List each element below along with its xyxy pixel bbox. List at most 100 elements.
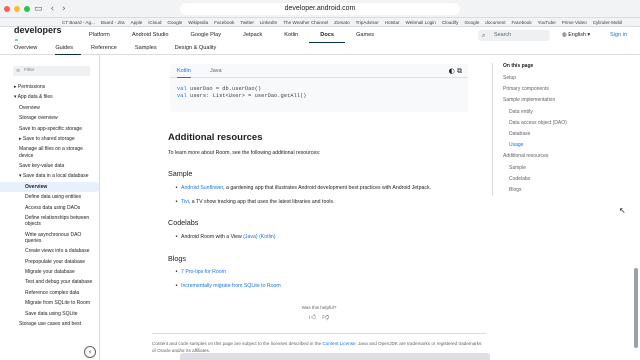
- tab-kotlin[interactable]: Kotlin: [177, 68, 191, 78]
- sidebar-item[interactable]: Overview: [0, 103, 99, 113]
- toc-item[interactable]: Data entity: [503, 107, 612, 118]
- footer-divider: [152, 333, 486, 334]
- toc-item[interactable]: Blogs: [503, 185, 612, 196]
- address-bar[interactable]: developer.android.com: [180, 3, 460, 15]
- bookmark-item[interactable]: Google: [167, 20, 182, 25]
- toc-item[interactable]: Setup: [503, 73, 612, 84]
- sidebar-item[interactable]: Save data using SQLite: [0, 308, 99, 318]
- bookmark-item[interactable]: Facebook: [214, 20, 234, 25]
- sidebar-item[interactable]: Storage use cases and best: [0, 319, 99, 329]
- toc-item[interactable]: Codelabs: [503, 174, 612, 185]
- zoom-window-button[interactable]: [24, 5, 30, 12]
- sign-in-link[interactable]: Sign in: [610, 30, 627, 41]
- toc-item[interactable]: Primary components: [503, 84, 612, 95]
- sidebar-item[interactable]: Prepopulate your database: [0, 256, 99, 266]
- bookmark-item[interactable]: YouTube: [538, 20, 556, 25]
- bookmark-item[interactable]: TripAdvisor: [356, 20, 379, 25]
- tab-samples[interactable]: Samples: [135, 43, 165, 55]
- sidebar-item[interactable]: Test and debug your database: [0, 277, 99, 287]
- page-scrollbar[interactable]: [634, 268, 638, 348]
- sidebar-item[interactable]: Overview: [0, 181, 99, 193]
- sidebar-item[interactable]: Define data using entities: [0, 192, 99, 202]
- nav-games[interactable]: Games: [345, 27, 385, 43]
- code-tabs: Kotlin Java ◐ ⧉: [170, 64, 468, 78]
- sidebar-item[interactable]: Migrate your database: [0, 267, 99, 277]
- toc-item[interactable]: Database: [503, 129, 612, 140]
- search-input[interactable]: ⌕ Search: [478, 30, 550, 41]
- mouse-cursor-icon: ↖: [619, 206, 626, 215]
- language-select[interactable]: ◍ English ▾: [562, 30, 590, 41]
- sidebar-nav-list: ▸ Permissions ▾ App data & files Overview S…: [0, 82, 99, 329]
- toc-item[interactable]: Sample: [503, 163, 612, 174]
- developers-logo[interactable]: developers ◓: [14, 25, 66, 45]
- nav-kotlin[interactable]: Kotlin: [273, 27, 309, 43]
- bookmark-item[interactable]: The Weather Channel: [283, 20, 328, 25]
- sidebar-item[interactable]: ▾ Save data in a local database: [0, 171, 99, 181]
- sidebar-item[interactable]: Write asynchronous DAO queries: [0, 229, 99, 246]
- chevron-left-icon[interactable]: ‹: [84, 346, 96, 358]
- dark-mode-icon[interactable]: ◐: [449, 67, 455, 75]
- sub-nav: Overview Guides Reference Samples Design & Q…: [0, 43, 640, 55]
- bookmark-item[interactable]: CT Board - Ag...: [62, 20, 95, 25]
- sidebar-item[interactable]: Save key-value data: [0, 161, 99, 171]
- toc-item[interactable]: Sample implementation: [503, 95, 612, 106]
- bookmark-item[interactable]: Cylinder-Mobil: [593, 20, 622, 25]
- bookmark-item[interactable]: Hotstar: [385, 20, 400, 25]
- nav-platform[interactable]: Platform: [78, 27, 121, 43]
- sidebar-item[interactable]: Create views into a database: [0, 246, 99, 256]
- nav-android-studio[interactable]: Android Studio: [121, 27, 180, 43]
- sidebar-item[interactable]: Define relationships between objects: [0, 213, 99, 230]
- tab-reference[interactable]: Reference: [91, 43, 125, 55]
- bookmark-item[interactable]: Board - Jira: [101, 20, 125, 25]
- bookmark-item[interactable]: LinkedIn: [260, 20, 277, 25]
- nav-docs[interactable]: Docs: [309, 27, 345, 43]
- bookmark-item[interactable]: Facebook: [511, 20, 531, 25]
- sidebar-item[interactable]: ▾ App data & files: [0, 92, 99, 102]
- bookmark-item[interactable]: Prime Video: [562, 20, 587, 25]
- copy-icon[interactable]: ⧉: [457, 67, 462, 75]
- tivi-link[interactable]: Tivi: [181, 199, 189, 205]
- list-item-text: , a TV show tracking app that uses the l…: [188, 199, 335, 205]
- sidebar-item[interactable]: Storage overview: [0, 113, 99, 123]
- tab-guides[interactable]: Guides: [55, 43, 82, 55]
- codelab-kotlin-link[interactable]: (Kotlin): [259, 234, 275, 240]
- nav-google-play[interactable]: Google Play: [180, 27, 232, 43]
- blog-link[interactable]: 7 Pro-tips for Room: [181, 269, 226, 275]
- bookmark-item[interactable]: Twitter: [240, 20, 254, 25]
- bookmark-item[interactable]: Apple: [131, 20, 143, 25]
- macos-dock[interactable]: [180, 353, 490, 360]
- thumb-up-icon[interactable]: 👍︎: [309, 313, 316, 321]
- toc-item[interactable]: Additional resources: [503, 151, 612, 162]
- content-license-link[interactable]: Content License: [322, 341, 355, 346]
- bookmark-item[interactable]: iCloud: [148, 20, 161, 25]
- bookmark-item[interactable]: Webmail Login: [406, 20, 436, 25]
- android-sunflower-link[interactable]: Android Sunflower: [181, 185, 223, 191]
- bookmark-item[interactable]: Zomato: [334, 20, 350, 25]
- nav-jetpack[interactable]: Jetpack: [232, 27, 273, 43]
- sidebar-item[interactable]: Save to app-specific storage: [0, 124, 99, 134]
- bookmark-item[interactable]: document: [485, 20, 505, 25]
- sidebar-item[interactable]: Access data using DAOs: [0, 203, 99, 213]
- forward-icon[interactable]: ›: [62, 4, 66, 14]
- filter-input[interactable]: ≡ Filter: [13, 66, 90, 76]
- sidebar-item[interactable]: ▸ Permissions: [0, 82, 99, 92]
- tab-java[interactable]: Java: [210, 68, 222, 74]
- sidebar-item[interactable]: Reference complex data: [0, 288, 99, 298]
- sidebar-item[interactable]: ▸ Save to shared storage: [0, 134, 99, 144]
- blog-link[interactable]: Incrementally migrate from SQLite to Roo…: [181, 283, 281, 289]
- bookmark-item[interactable]: Cloudify: [442, 20, 459, 25]
- toc-item[interactable]: Data access object (DAO): [503, 118, 612, 129]
- close-window-button[interactable]: [4, 5, 10, 12]
- bookmark-item[interactable]: Google: [464, 20, 479, 25]
- tab-design-quality[interactable]: Design & Quality: [175, 43, 225, 55]
- sidebar-toggle-icon[interactable]: ▭: [34, 4, 43, 14]
- tab-overview[interactable]: Overview: [14, 43, 45, 55]
- toc-item[interactable]: Usage: [503, 140, 612, 151]
- sidebar-item[interactable]: Manage all files on a storage device: [0, 144, 99, 161]
- bookmark-item[interactable]: Wikipedia: [188, 20, 208, 25]
- thumb-down-icon[interactable]: 👎︎: [322, 313, 329, 321]
- back-icon[interactable]: ‹: [51, 4, 55, 14]
- minimize-window-button[interactable]: [14, 5, 20, 12]
- codelab-java-link[interactable]: (Java): [243, 234, 257, 240]
- sidebar-item[interactable]: Migrate from SQLite to Room: [0, 298, 99, 308]
